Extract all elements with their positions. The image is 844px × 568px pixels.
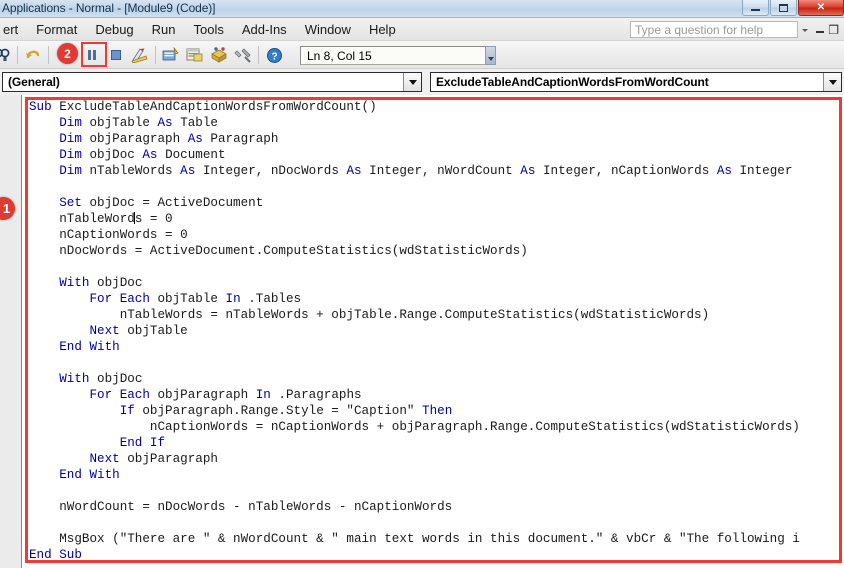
annotation-marker-2: 2 [57, 43, 78, 64]
toolbar-overflow-handle[interactable] [485, 46, 496, 65]
window-title: Applications - Normal - [Module9 (Code)] [2, 1, 215, 16]
code-line: nCaptionWords = nCaptionWords + objParag… [29, 419, 843, 435]
procedure-dropdown[interactable]: ExcludeTableAndCaptionWordsFromWordCount [430, 72, 842, 92]
title-bar: Applications - Normal - [Module9 (Code)]… [0, 0, 844, 18]
minimize-icon [751, 9, 760, 11]
object-browser-icon[interactable] [208, 44, 230, 66]
code-line: Sub ExcludeTableAndCaptionWordsFromWordC… [29, 99, 843, 115]
code-line [29, 355, 843, 371]
code-line: End With [29, 467, 843, 483]
code-line [29, 483, 843, 499]
close-button[interactable]: ✕ [798, 0, 844, 16]
minimize-button[interactable] [742, 0, 769, 16]
procedure-dropdown-value: ExcludeTableAndCaptionWordsFromWordCount [431, 75, 823, 89]
design-mode-icon[interactable] [129, 44, 151, 66]
code-line: If objParagraph.Range.Style = "Caption" … [29, 403, 843, 419]
code-editor-pane[interactable]: Sub ExcludeTableAndCaptionWordsFromWordC… [0, 95, 844, 568]
menu-bar: ert Format Debug Run Tools Add-Ins Windo… [0, 18, 844, 41]
menu-item-insert[interactable]: ert [0, 19, 27, 40]
menu-list: ert Format Debug Run Tools Add-Ins Windo… [0, 18, 405, 41]
toolbar-separator [155, 46, 156, 64]
code-line: End If [29, 435, 843, 451]
find-icon[interactable] [0, 44, 13, 66]
toolbar-separator [48, 46, 49, 64]
position-status-field: Ln 8, Col 15 [300, 46, 496, 65]
code-line: nTableWords = nTableWords + objTable.Ran… [29, 307, 843, 323]
menu-item-run[interactable]: Run [143, 19, 185, 40]
mdi-minimize-icon[interactable] [816, 31, 824, 33]
code-line [29, 259, 843, 275]
code-line: Next objParagraph [29, 451, 843, 467]
code-line: Dim objTable As Table [29, 115, 843, 131]
code-line: Dim objParagraph As Paragraph [29, 131, 843, 147]
code-line [29, 515, 843, 531]
menu-item-format[interactable]: Format [27, 19, 86, 40]
toolbar-icon-group: ? [0, 41, 286, 69]
code-line: With objDoc [29, 275, 843, 291]
code-line: End With [29, 339, 843, 355]
code-line: Next objTable [29, 323, 843, 339]
code-pane-combo-row: (General) ExcludeTableAndCaptionWordsFro… [0, 69, 844, 95]
window-controls: ✕ [741, 0, 844, 18]
chevron-down-icon[interactable] [802, 29, 808, 32]
restore-icon [779, 4, 788, 12]
code-line: nDocWords = ActiveDocument.ComputeStatis… [29, 243, 843, 259]
menu-item-addins[interactable]: Add-Ins [233, 19, 296, 40]
restore-button[interactable] [770, 0, 797, 16]
code-line: Set objDoc = ActiveDocument [29, 195, 843, 211]
object-dropdown-value: (General) [3, 75, 403, 89]
help-search-input[interactable]: Type a question for help [630, 21, 798, 38]
chevron-down-icon[interactable] [823, 73, 841, 91]
code-line: For Each objParagraph In .Paragraphs [29, 387, 843, 403]
reset-icon[interactable] [105, 44, 127, 66]
code-line: For Each objTable In .Tables [29, 291, 843, 307]
toolbar-separator [258, 46, 259, 64]
run-button-highlight-box [81, 42, 107, 67]
mdi-restore-icon[interactable]: ❐ [828, 24, 839, 36]
code-line: With objDoc [29, 371, 843, 387]
toolbar-separator [17, 46, 18, 64]
toolbox-icon[interactable] [232, 44, 254, 66]
code-text-content[interactable]: Sub ExcludeTableAndCaptionWordsFromWordC… [29, 99, 843, 561]
code-line: End Sub [29, 547, 843, 561]
properties-window-icon[interactable] [184, 44, 206, 66]
code-line: Dim objDoc As Document [29, 147, 843, 163]
code-line: nCaptionWords = 0 [29, 227, 843, 243]
vba-editor-window: Applications - Normal - [Module9 (Code)]… [0, 0, 844, 568]
code-margin-indicator-bar[interactable] [0, 95, 22, 568]
svg-text:?: ? [271, 51, 277, 62]
code-line [29, 179, 843, 195]
menu-item-help[interactable]: Help [360, 19, 405, 40]
code-line: nWordCount = nDocWords - nTableWords - n… [29, 499, 843, 515]
object-dropdown[interactable]: (General) [2, 72, 422, 92]
menu-item-debug[interactable]: Debug [86, 19, 142, 40]
menu-item-window[interactable]: Window [296, 19, 360, 40]
menu-item-tools[interactable]: Tools [185, 19, 233, 40]
project-explorer-icon[interactable] [160, 44, 182, 66]
code-line: nTableWords = 0 [29, 211, 843, 227]
undo-icon[interactable] [22, 44, 44, 66]
standard-toolbar: ? Ln 8, Col 15 [0, 41, 844, 69]
code-line: MsgBox ("There are " & nWordCount & " ma… [29, 531, 843, 547]
help-icon[interactable]: ? [263, 44, 285, 66]
code-line: Dim nTableWords As Integer, nDocWords As… [29, 163, 843, 179]
chevron-down-icon[interactable] [403, 73, 421, 91]
